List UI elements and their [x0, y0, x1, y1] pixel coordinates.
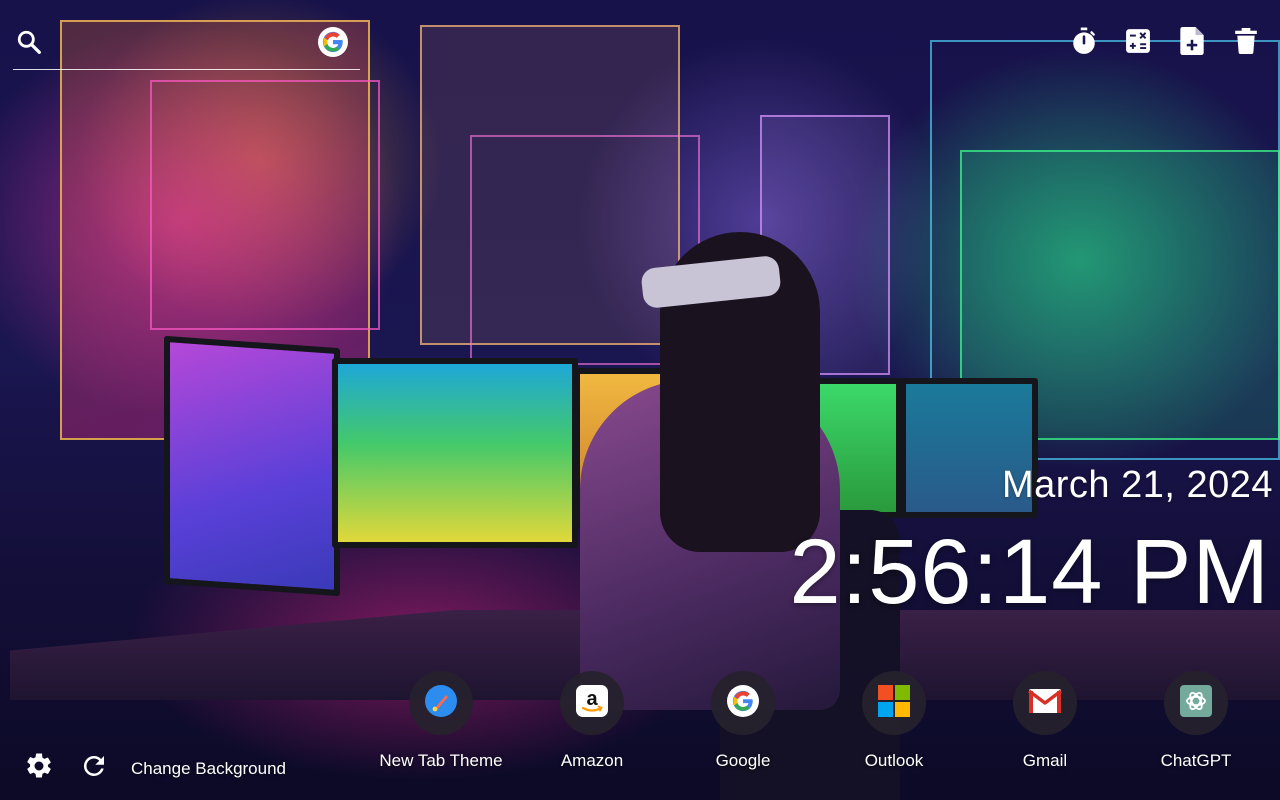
amazon-icon: a [575, 684, 609, 723]
google-icon [726, 684, 760, 723]
shortcut-icon-wrap [1164, 671, 1228, 735]
shortcut-label: Amazon [560, 751, 624, 770]
time-display: 2:56:14 PM [789, 521, 1270, 623]
new-tab-page: March 21, 2024 2:56:14 PM New Tab Theme … [0, 0, 1280, 800]
shortcut-icon-wrap [862, 671, 926, 735]
stopwatch-icon[interactable] [1070, 26, 1098, 56]
refresh-icon[interactable] [79, 751, 109, 781]
svg-text:a: a [586, 688, 598, 710]
note-add-icon[interactable] [1178, 26, 1206, 56]
shortcut-label: ChatGPT [1160, 751, 1232, 770]
search-input[interactable] [57, 28, 311, 58]
calculator-icon[interactable] [1124, 26, 1152, 56]
shortcut-label: Google [715, 751, 771, 770]
shortcut-google[interactable]: Google [668, 671, 818, 781]
settings-gear-icon[interactable] [24, 751, 54, 781]
shortcut-chatgpt[interactable]: ChatGPT [1121, 671, 1271, 781]
date-display: March 21, 2024 [1001, 464, 1273, 506]
shortcut-icon-wrap [1013, 671, 1077, 735]
shortcuts-bar: New Tab Theme a Amazon Google Outlook Gm… [366, 671, 1272, 781]
gmail-icon [1027, 687, 1063, 720]
change-background-link[interactable]: Change Background [131, 759, 286, 779]
chatgpt-icon [1180, 684, 1212, 722]
google-g-icon[interactable] [318, 27, 348, 57]
shortcut-icon-wrap [409, 671, 473, 735]
shortcut-new-tab-theme[interactable]: New Tab Theme [366, 671, 516, 781]
shortcut-icon-wrap: a [560, 671, 624, 735]
search-icon[interactable] [16, 29, 42, 55]
shortcut-icon-wrap [711, 671, 775, 735]
shortcut-label: New Tab Theme [379, 751, 503, 770]
toolbar [1070, 26, 1260, 56]
search-bar [13, 22, 360, 70]
shortcut-amazon[interactable]: a Amazon [517, 671, 667, 781]
shortcut-label: Gmail [1022, 751, 1068, 770]
shortcut-gmail[interactable]: Gmail [970, 671, 1120, 781]
shortcut-outlook[interactable]: Outlook [819, 671, 969, 781]
shortcut-label: Outlook [864, 751, 924, 770]
trash-icon[interactable] [1232, 26, 1260, 56]
outlook-icon [877, 684, 911, 723]
new-tab-theme-icon [424, 684, 458, 723]
